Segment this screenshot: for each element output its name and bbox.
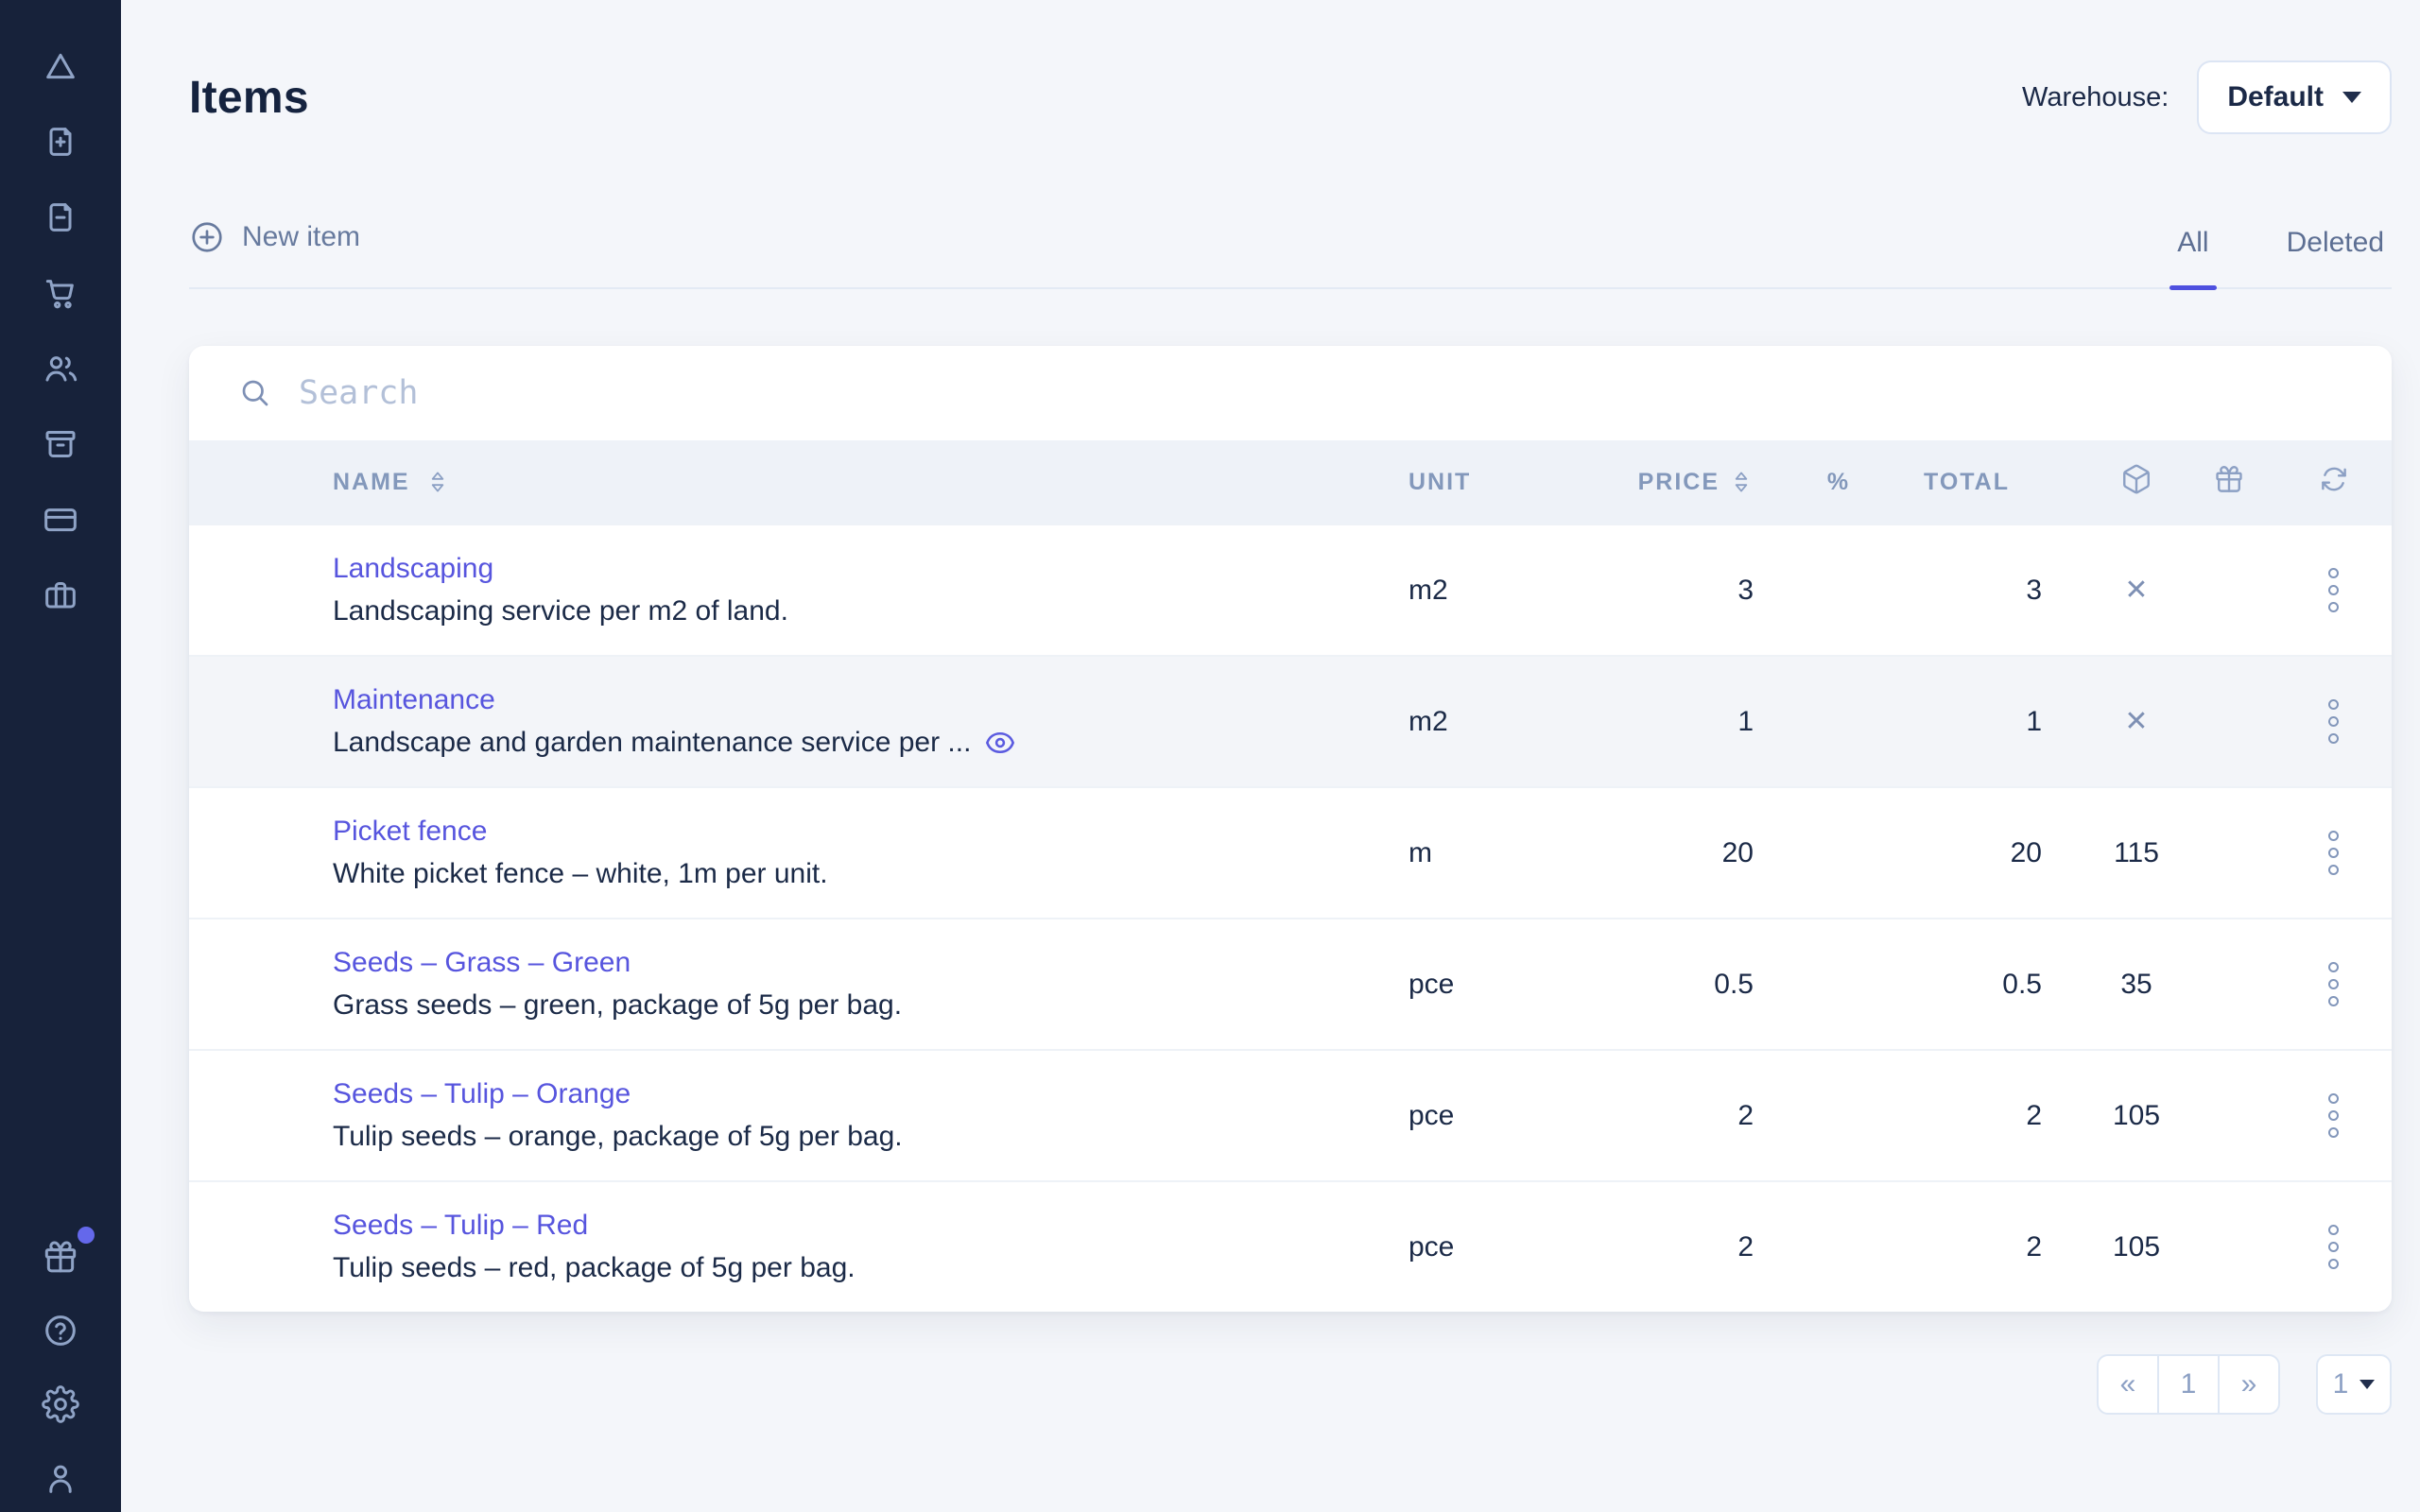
warehouse-select[interactable]: Default bbox=[2197, 60, 2392, 134]
item-name-link[interactable]: Seeds – Grass – Green bbox=[333, 947, 1409, 980]
unit-cell: m2 bbox=[1409, 706, 1612, 738]
current-page[interactable]: 1 bbox=[2157, 1354, 2220, 1415]
item-name-link[interactable]: Landscaping bbox=[333, 553, 1409, 586]
app-window: Items Warehouse: Default New item All De… bbox=[0, 0, 2420, 1512]
warehouse-selected-value: Default bbox=[2227, 81, 2324, 113]
total-cell: 20 bbox=[1924, 837, 2090, 869]
item-description: White picket fence – white, 1m per unit. bbox=[333, 858, 1409, 891]
items-table-card: NAME UNIT PRICE % TOTAL bbox=[189, 346, 2392, 1312]
eye-icon[interactable] bbox=[984, 730, 1016, 755]
total-cell: 2 bbox=[1924, 1100, 2090, 1132]
users-icon[interactable] bbox=[42, 350, 79, 387]
briefcase-icon[interactable] bbox=[42, 576, 79, 614]
price-cell: 2 bbox=[1612, 1100, 1754, 1132]
price-cell: 20 bbox=[1612, 837, 1754, 869]
column-header-total[interactable]: TOTAL bbox=[1924, 469, 2010, 495]
unit-cell: m2 bbox=[1409, 575, 1612, 607]
price-cell: 2 bbox=[1612, 1231, 1754, 1263]
new-item-button[interactable]: New item bbox=[189, 219, 360, 287]
table-row: Picket fence White picket fence – white,… bbox=[189, 786, 2392, 918]
item-description: Tulip seeds – orange, package of 5g per … bbox=[333, 1121, 1409, 1154]
stock-cell: 115 bbox=[2090, 837, 2183, 869]
unit-cell: pce bbox=[1409, 1100, 1612, 1132]
prev-page-button[interactable]: « bbox=[2097, 1354, 2159, 1415]
item-description: Grass seeds – green, package of 5g per b… bbox=[333, 989, 1409, 1022]
unit-cell: pce bbox=[1409, 1231, 1612, 1263]
page-size-select[interactable]: 1 bbox=[2316, 1354, 2392, 1415]
row-menu-button[interactable] bbox=[2323, 694, 2344, 749]
shopping-cart-icon[interactable] bbox=[42, 274, 79, 312]
unit-cell: pce bbox=[1409, 969, 1612, 1001]
plus-circle-icon bbox=[189, 219, 225, 255]
chevron-down-icon bbox=[2360, 1380, 2375, 1389]
table-row: Maintenance Landscape and garden mainten… bbox=[189, 655, 2392, 786]
stock-cell: ✕ bbox=[2090, 574, 2183, 607]
item-name-link[interactable]: Seeds – Tulip – Red bbox=[333, 1210, 1409, 1243]
tabs: All Deleted bbox=[2169, 227, 2392, 287]
gift-icon[interactable] bbox=[42, 1238, 79, 1276]
sort-icon[interactable] bbox=[1729, 467, 1754, 497]
unit-cell: m bbox=[1409, 837, 1612, 869]
column-header-percent[interactable]: % bbox=[1827, 469, 1850, 495]
table-header-row: NAME UNIT PRICE % TOTAL bbox=[189, 440, 2392, 524]
sidebar bbox=[0, 0, 121, 1512]
tab-deleted[interactable]: Deleted bbox=[2279, 227, 2392, 287]
credit-card-icon[interactable] bbox=[42, 501, 79, 539]
notification-dot bbox=[78, 1227, 95, 1244]
page-title: Items bbox=[189, 72, 309, 124]
price-cell: 3 bbox=[1612, 575, 1754, 607]
search-input[interactable] bbox=[299, 374, 1150, 412]
user-icon[interactable] bbox=[42, 1459, 79, 1497]
row-menu-button[interactable] bbox=[2323, 825, 2344, 881]
pagination: « 1 » 1 bbox=[189, 1354, 2392, 1415]
total-cell: 0.5 bbox=[1924, 969, 2090, 1001]
item-description: Landscaping service per m2 of land. bbox=[333, 595, 1409, 628]
package-icon[interactable] bbox=[2120, 463, 2152, 495]
refresh-icon[interactable] bbox=[2318, 463, 2350, 495]
search-icon bbox=[238, 376, 272, 410]
stock-cell: ✕ bbox=[2090, 705, 2183, 738]
column-header-price[interactable]: PRICE bbox=[1638, 469, 1720, 496]
document-remove-icon[interactable] bbox=[42, 198, 79, 236]
triangle-logo-icon[interactable] bbox=[42, 47, 79, 85]
table-row: Seeds – Grass – Green Grass seeds – gree… bbox=[189, 918, 2392, 1049]
column-header-name[interactable]: NAME bbox=[333, 469, 410, 496]
settings-icon[interactable] bbox=[42, 1385, 79, 1423]
sort-icon[interactable] bbox=[425, 467, 450, 497]
next-page-button[interactable]: » bbox=[2218, 1354, 2280, 1415]
table-row: Landscaping Landscaping service per m2 o… bbox=[189, 524, 2392, 655]
chevron-down-icon bbox=[2342, 92, 2361, 103]
item-description: Tulip seeds – red, package of 5g per bag… bbox=[333, 1252, 1409, 1285]
price-cell: 0.5 bbox=[1612, 969, 1754, 1001]
page-size-value: 1 bbox=[2333, 1368, 2349, 1400]
new-item-label: New item bbox=[242, 221, 360, 253]
archive-icon[interactable] bbox=[42, 425, 79, 463]
help-icon[interactable] bbox=[42, 1312, 79, 1349]
tab-all[interactable]: All bbox=[2169, 227, 2216, 287]
stock-cell: 35 bbox=[2090, 969, 2183, 1001]
stock-cell: 105 bbox=[2090, 1100, 2183, 1132]
table-row: Seeds – Tulip – Red Tulip seeds – red, p… bbox=[189, 1180, 2392, 1312]
column-header-unit[interactable]: UNIT bbox=[1409, 469, 1471, 495]
stock-cell: 105 bbox=[2090, 1231, 2183, 1263]
item-description: Landscape and garden maintenance service… bbox=[333, 727, 971, 760]
main-content: Items Warehouse: Default New item All De… bbox=[121, 0, 2420, 1512]
table-row: Seeds – Tulip – Orange Tulip seeds – ora… bbox=[189, 1049, 2392, 1180]
document-add-icon[interactable] bbox=[42, 123, 79, 161]
total-cell: 1 bbox=[1924, 706, 2090, 738]
item-name-link[interactable]: Maintenance bbox=[333, 684, 1409, 717]
row-menu-button[interactable] bbox=[2323, 562, 2344, 618]
row-menu-button[interactable] bbox=[2323, 1219, 2344, 1275]
item-name-link[interactable]: Picket fence bbox=[333, 816, 1409, 849]
sidebar-footer bbox=[42, 1238, 79, 1497]
item-name-link[interactable]: Seeds – Tulip – Orange bbox=[333, 1078, 1409, 1111]
warehouse-label: Warehouse: bbox=[2022, 82, 2169, 113]
gift-icon[interactable] bbox=[2213, 463, 2245, 495]
total-cell: 3 bbox=[1924, 575, 2090, 607]
row-menu-button[interactable] bbox=[2323, 1088, 2344, 1143]
total-cell: 2 bbox=[1924, 1231, 2090, 1263]
price-cell: 1 bbox=[1612, 706, 1754, 738]
row-menu-button[interactable] bbox=[2323, 956, 2344, 1012]
